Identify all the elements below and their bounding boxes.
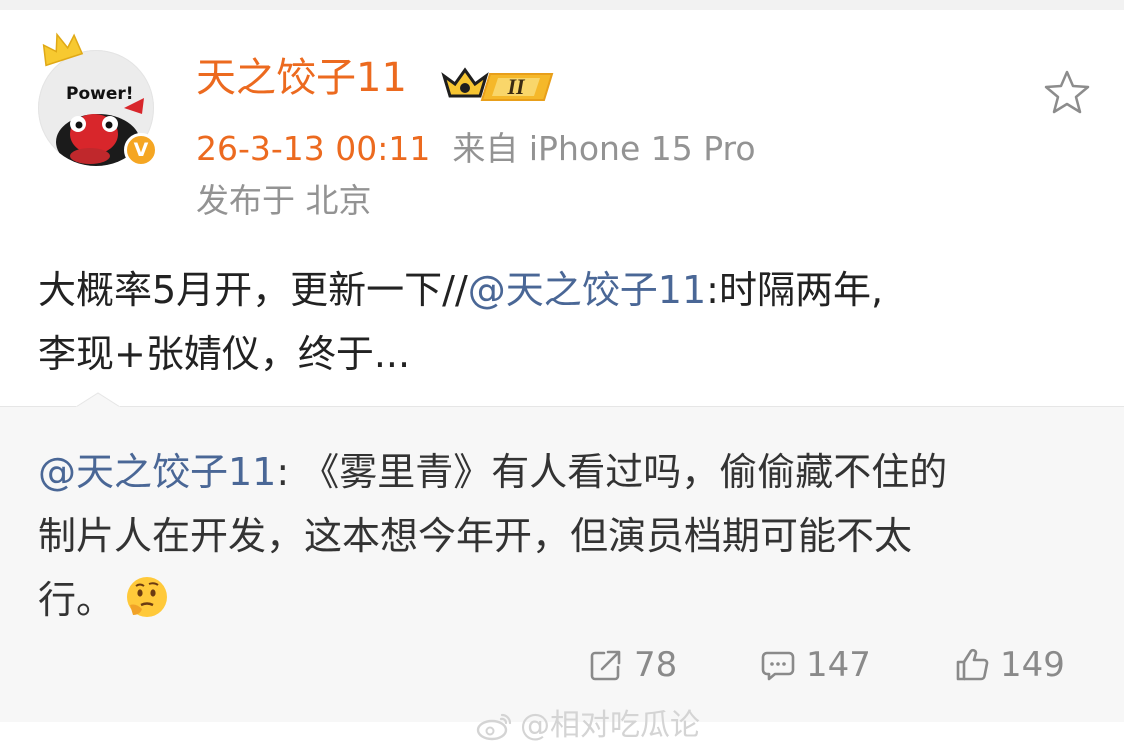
weibo-logo-icon <box>476 713 512 741</box>
post-body: 大概率5月开，更新一下//@天之饺子11:时隔两年, 李现+张婧仪，终于... <box>38 258 1088 386</box>
top-divider <box>0 0 1124 10</box>
repost-body: @天之饺子11: 《雾里青》有人看过吗，偷偷藏不住的 制片人在开发，这本想今年开… <box>38 440 1088 632</box>
verified-badge-icon: V <box>124 133 158 167</box>
repost-count: 78 <box>634 645 678 685</box>
level-crown-badge[interactable]: II <box>440 62 560 108</box>
action-bar: 78 147 149 <box>0 640 1124 690</box>
post-text-line-2: 李现+张婧仪，终于... <box>38 332 411 376</box>
like-count: 149 <box>1000 645 1065 685</box>
post-meta: 26-3-13 00:11 来自 iPhone 15 Pro <box>196 132 756 165</box>
watermark-text: @相对吃瓜论 <box>520 708 700 743</box>
favorite-star-icon[interactable] <box>1042 68 1092 118</box>
repost-text-part: 行。 <box>38 578 115 622</box>
repost-pointer <box>76 392 120 408</box>
repost-button[interactable]: 78 <box>588 640 677 690</box>
crown-icon <box>42 32 84 67</box>
post-text-line-1: 大概率5月开，更新一下//@天之饺子11:时隔两年, <box>38 258 1088 322</box>
post-text-part: :时隔两年, <box>706 268 884 312</box>
thumbs-up-icon <box>956 648 989 681</box>
avatar-container[interactable]: Power! V <box>38 30 163 170</box>
user-mention-link[interactable]: @天之饺子11 <box>468 268 706 312</box>
repost-text-line-2: 制片人在开发，这本想今年开，但演员档期可能不太 <box>38 514 913 558</box>
svg-text:II: II <box>506 74 526 99</box>
repost-text-line-1: @天之饺子11: 《雾里青》有人看过吗，偷偷藏不住的 <box>38 440 1088 504</box>
post-text-part: 大概率5月开，更新一下// <box>38 268 468 312</box>
thinking-face-emoji-icon <box>127 577 168 617</box>
comment-icon <box>761 651 795 681</box>
share-icon <box>590 650 621 681</box>
repost-text-part: : 《雾里青》有人看过吗，偷偷藏不住的 <box>276 450 948 494</box>
repost-text-line-3: 行。 <box>38 568 1088 632</box>
post-source: 来自 iPhone 15 Pro <box>452 129 756 168</box>
repost-user-mention-link[interactable]: @天之饺子11 <box>38 450 276 494</box>
like-button[interactable]: 149 <box>954 640 1065 690</box>
username[interactable]: 天之饺子11 <box>196 58 407 98</box>
comment-count: 147 <box>806 645 871 685</box>
post-location: 发布于 北京 <box>196 181 372 220</box>
post-timestamp[interactable]: 26-3-13 00:11 <box>196 129 430 168</box>
watermark: @相对吃瓜论 <box>476 711 700 741</box>
comment-button[interactable]: 147 <box>760 640 871 690</box>
